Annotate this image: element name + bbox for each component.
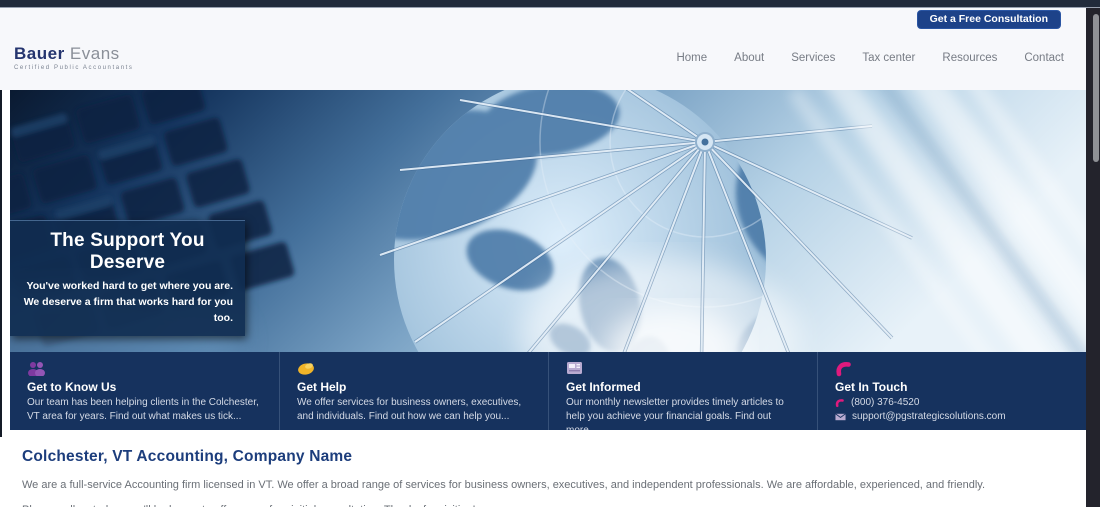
feature-title: Get to Know Us — [27, 380, 117, 394]
site-header: Bauer Evans Certified Public Accountants… — [0, 8, 1086, 90]
phone-icon — [835, 361, 1070, 378]
nav-item-contact[interactable]: Contact — [1024, 52, 1064, 64]
hero-title: The Support You Deserve — [50, 230, 205, 273]
page: Bauer Evans Certified Public Accountants… — [0, 0, 1100, 507]
newspaper-icon — [566, 361, 801, 378]
browser-top-bar — [0, 0, 1100, 8]
feature-get-to-know-us[interactable]: Get to Know Us Our team has been helping… — [10, 352, 279, 430]
logo[interactable]: Bauer Evans Certified Public Accountants — [14, 44, 134, 71]
feature-band: Get to Know Us Our team has been helping… — [10, 352, 1086, 436]
feature-get-informed[interactable]: Get Informed Our monthly newsletter prov… — [548, 352, 817, 436]
nav-item-resources[interactable]: Resources — [942, 52, 997, 64]
handshake-icon — [297, 361, 532, 378]
feature-text: We offer services for business owners, e… — [297, 397, 522, 422]
main-nav: Home About Services Tax center Resources… — [676, 52, 1064, 64]
feature-get-in-touch[interactable]: Get In Touch (800) 376-4520 support@pgst… — [817, 352, 1086, 430]
nav-item-services[interactable]: Services — [791, 52, 835, 64]
window-left-edge — [0, 90, 2, 437]
phone-link[interactable]: (800) 376-4520 — [835, 397, 1070, 408]
nav-item-tax-center[interactable]: Tax center — [862, 52, 915, 64]
feature-title: Get Informed — [566, 380, 641, 394]
intro-paragraph-1: We are a full-service Accounting firm li… — [22, 479, 986, 491]
scrollbar-track[interactable] — [1086, 8, 1100, 507]
feature-text: Our team has been helping clients in the… — [27, 397, 259, 422]
nav-item-home[interactable]: Home — [676, 52, 707, 64]
logo-wordmark: Bauer Evans — [14, 44, 120, 63]
phone-small-icon — [835, 398, 844, 407]
logo-tagline: Certified Public Accountants — [14, 65, 134, 71]
feature-get-help[interactable]: Get Help We offer services for business … — [279, 352, 548, 430]
feature-title: Get In Touch — [835, 380, 908, 394]
intro-section: Colchester, VT Accounting, Company Name … — [0, 430, 1086, 507]
scrollbar-thumb[interactable] — [1093, 14, 1099, 162]
hero-caption: The Support You Deserve You've worked ha… — [10, 220, 245, 337]
envelope-icon — [835, 412, 846, 420]
email-link[interactable]: support@pgstrategicsolutions.com — [835, 411, 1070, 422]
feature-title: Get Help — [297, 380, 347, 394]
nav-item-about[interactable]: About — [734, 52, 764, 64]
hero-banner: The Support You Deserve You've worked ha… — [10, 90, 1086, 352]
page-title: Colchester, VT Accounting, Company Name — [22, 448, 353, 465]
hero-subtitle: You've worked hard to get where you are.… — [23, 280, 233, 324]
free-consultation-button[interactable]: Get a Free Consultation — [916, 10, 1061, 29]
people-icon — [27, 361, 263, 378]
